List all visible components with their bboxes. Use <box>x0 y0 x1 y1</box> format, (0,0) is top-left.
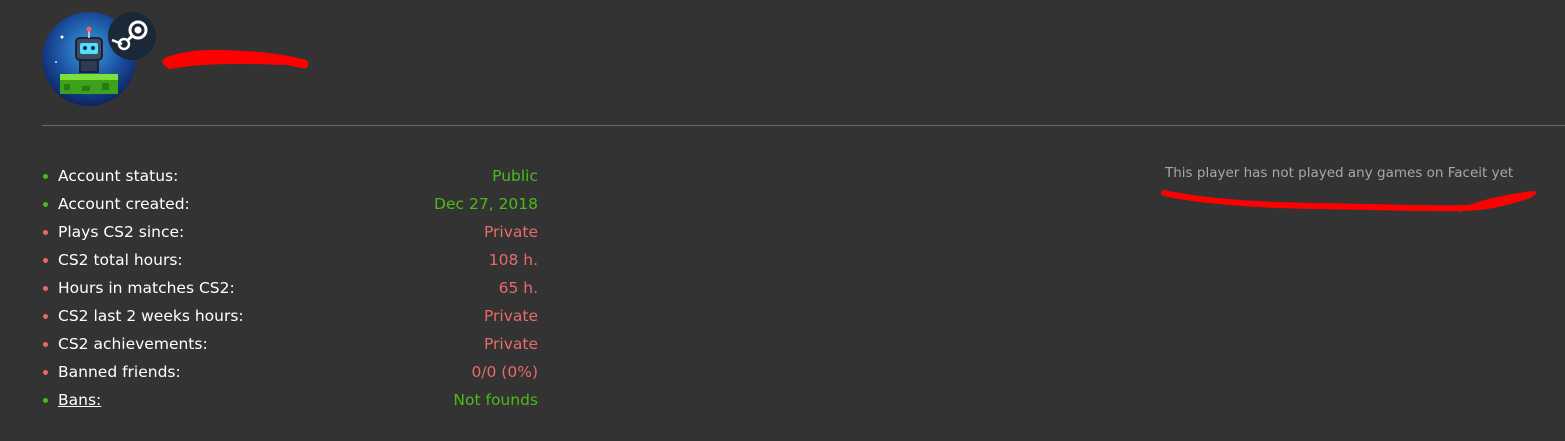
stat-label: Account status: <box>58 167 179 185</box>
steam-icon[interactable] <box>108 12 156 60</box>
stat-value: 0/0 (0%) <box>471 363 538 381</box>
status-dot <box>43 174 48 179</box>
status-dot <box>43 230 48 235</box>
redacted-username <box>162 46 312 74</box>
stat-value: Private <box>483 307 538 325</box>
status-dot <box>43 286 48 291</box>
stat-achievements: CS2 achievements: Private <box>42 330 542 358</box>
status-dot <box>43 342 48 347</box>
status-dot <box>43 398 48 403</box>
stat-total-hours: CS2 total hours: 108 h. <box>42 246 542 274</box>
stat-match-hours: Hours in matches CS2: 65 h. <box>42 274 542 302</box>
status-dot <box>43 258 48 263</box>
section-divider <box>42 125 1565 126</box>
status-dot <box>43 314 48 319</box>
annotation-underline <box>1160 185 1540 217</box>
status-dot <box>43 202 48 207</box>
stat-bans: Bans: Not founds <box>42 386 542 414</box>
stat-value: Private <box>483 223 538 241</box>
stat-account-status: Account status: Public <box>42 162 542 190</box>
stat-account-created: Account created: Dec 27, 2018 <box>42 190 542 218</box>
stat-label: CS2 last 2 weeks hours: <box>58 307 244 325</box>
stat-value: Public <box>492 167 538 185</box>
stat-plays-since: Plays CS2 since: Private <box>42 218 542 246</box>
profile-page: Account status: Public Account created: … <box>0 0 1565 441</box>
stat-banned-friends: Banned friends: 0/0 (0%) <box>42 358 542 386</box>
stat-value: Not founds <box>453 391 538 409</box>
stat-value: 108 h. <box>488 251 538 269</box>
stat-label: CS2 total hours: <box>58 251 183 269</box>
stat-value: Dec 27, 2018 <box>434 195 538 213</box>
account-stats-list: Account status: Public Account created: … <box>42 162 542 414</box>
bans-link[interactable]: Bans: <box>58 386 101 414</box>
stat-label: Plays CS2 since: <box>58 223 185 241</box>
faceit-status-message: This player has not played any games on … <box>1165 165 1514 181</box>
status-dot <box>43 370 48 375</box>
stat-label: Hours in matches CS2: <box>58 279 235 297</box>
stat-value: Private <box>483 335 538 353</box>
stat-value: 65 h. <box>498 279 538 297</box>
stat-label: Banned friends: <box>58 363 181 381</box>
stat-label: CS2 achievements: <box>58 335 208 353</box>
stat-two-week-hours: CS2 last 2 weeks hours: Private <box>42 302 542 330</box>
stat-label: Account created: <box>58 195 190 213</box>
